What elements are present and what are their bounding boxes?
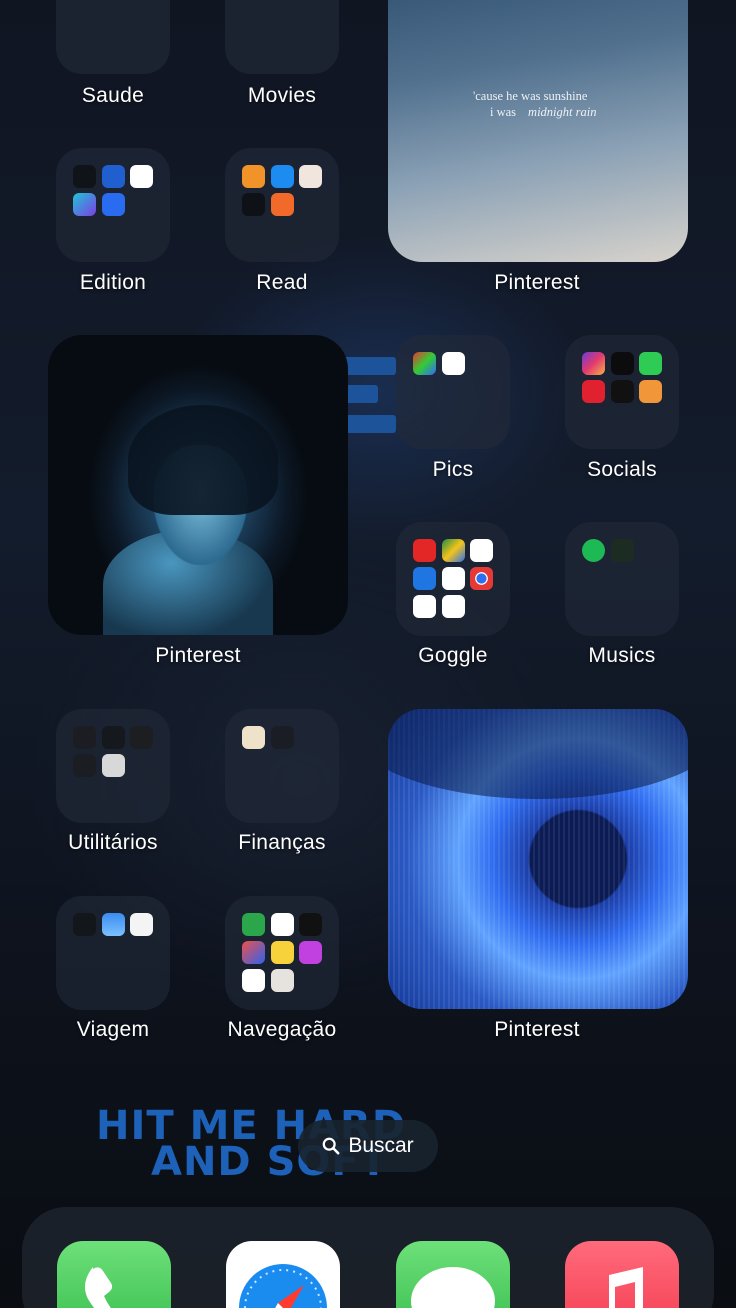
folder-socials[interactable] bbox=[565, 335, 679, 449]
folder-label-musics: Musics bbox=[588, 644, 656, 667]
widget-quote: 'cause he was sunshine i was midnight rai… bbox=[473, 88, 596, 120]
threads-small-icon bbox=[299, 913, 322, 936]
onedrive-icon bbox=[413, 567, 436, 590]
canva-icon bbox=[73, 193, 96, 216]
pinterest-icon bbox=[582, 380, 605, 403]
phone-app-icon[interactable] bbox=[57, 1241, 171, 1308]
wallet-icon bbox=[242, 726, 265, 749]
google-drive-icon bbox=[442, 539, 465, 562]
google-maps-icon bbox=[442, 595, 465, 618]
folder-label-movies: Movies bbox=[247, 84, 317, 107]
moon-app-icon bbox=[73, 165, 96, 188]
tips-icon bbox=[271, 941, 294, 964]
face-app-icon bbox=[102, 193, 125, 216]
messages-app-icon[interactable] bbox=[396, 1241, 510, 1308]
shop-app-icon bbox=[639, 380, 662, 403]
folder-label-saude: Saude bbox=[81, 84, 145, 107]
aperture-app-icon bbox=[442, 352, 465, 375]
folder-label-socials: Socials bbox=[587, 458, 657, 481]
chrome-icon bbox=[470, 567, 493, 590]
itunes-store-icon bbox=[299, 941, 322, 964]
widget-label-bottom: Pinterest bbox=[494, 1018, 580, 1041]
search-button[interactable]: Buscar bbox=[298, 1120, 438, 1172]
instagram-icon bbox=[582, 352, 605, 375]
home-icon bbox=[271, 913, 294, 936]
google-photos-icon bbox=[413, 595, 436, 618]
whatsapp-icon bbox=[639, 352, 662, 375]
files-app-icon bbox=[271, 165, 294, 188]
pinterest-widget-quote[interactable]: 'cause he was sunshine i was midnight rai… bbox=[388, 0, 688, 262]
folder-label-edition: Edition bbox=[79, 271, 147, 294]
safari-app-icon[interactable] bbox=[226, 1241, 340, 1308]
folder-label-pics: Pics bbox=[432, 458, 474, 481]
folder-movies[interactable] bbox=[225, 0, 339, 74]
folder-navegacao[interactable] bbox=[225, 896, 339, 1010]
magnifier-icon bbox=[73, 754, 96, 777]
folder-label-financas: Finanças bbox=[238, 831, 326, 854]
music-player-icon bbox=[611, 539, 634, 562]
pinterest-widget-portrait[interactable] bbox=[48, 335, 348, 635]
wattpad-icon bbox=[271, 193, 294, 216]
google-icon bbox=[470, 539, 493, 562]
books-app-icon bbox=[242, 165, 265, 188]
youtube-icon bbox=[413, 539, 436, 562]
shortcuts-icon bbox=[242, 941, 265, 964]
folder-goggle[interactable] bbox=[396, 522, 510, 636]
reading-app-icon bbox=[299, 165, 322, 188]
widget-label-top: Pinterest bbox=[494, 271, 580, 294]
folder-label-utilitarios: Utilitários bbox=[68, 831, 158, 854]
folder-viagem[interactable] bbox=[56, 896, 170, 1010]
contacts-icon bbox=[271, 969, 294, 992]
folder-utilitarios[interactable] bbox=[56, 709, 170, 823]
clock-icon bbox=[102, 726, 125, 749]
chatgpt-icon bbox=[242, 193, 265, 216]
search-icon bbox=[322, 1137, 340, 1155]
weather-icon bbox=[102, 913, 125, 936]
spotify-icon bbox=[582, 539, 605, 562]
folder-saude[interactable] bbox=[56, 0, 170, 74]
folder-label-goggle: Goggle bbox=[418, 644, 488, 667]
voice-memos-icon bbox=[73, 726, 96, 749]
folder-label-read: Read bbox=[256, 271, 308, 294]
music-app-icon[interactable] bbox=[565, 1241, 679, 1308]
folder-musics[interactable] bbox=[565, 522, 679, 636]
threads-icon bbox=[611, 380, 634, 403]
stripes-app-icon bbox=[413, 352, 436, 375]
search-label: Buscar bbox=[348, 1134, 414, 1157]
folder-label-navegacao: Navegação bbox=[227, 1018, 337, 1041]
gmail-icon bbox=[442, 567, 465, 590]
quote-line2-italic: midnight rain bbox=[528, 105, 597, 119]
measure-icon bbox=[130, 726, 153, 749]
pinterest-widget-eye[interactable] bbox=[388, 709, 688, 1009]
tiktok-icon bbox=[611, 352, 634, 375]
translate-icon bbox=[73, 913, 96, 936]
folder-read[interactable] bbox=[225, 148, 339, 262]
ibis-paint-icon bbox=[102, 165, 125, 188]
calculator-icon bbox=[102, 754, 125, 777]
capcut-icon bbox=[130, 165, 153, 188]
quote-line1: 'cause he was sunshine bbox=[473, 89, 588, 103]
folder-edition[interactable] bbox=[56, 148, 170, 262]
app-store-icon bbox=[130, 913, 153, 936]
folder-label-viagem: Viagem bbox=[76, 1018, 150, 1041]
stocks-icon bbox=[271, 726, 294, 749]
quote-line2: i was bbox=[490, 105, 517, 119]
folder-pics[interactable] bbox=[396, 335, 510, 449]
freeform-icon bbox=[242, 969, 265, 992]
folder-financas[interactable] bbox=[225, 709, 339, 823]
widget-label-middle: Pinterest bbox=[155, 644, 241, 667]
dock bbox=[22, 1207, 714, 1308]
find-my-icon bbox=[242, 913, 265, 936]
